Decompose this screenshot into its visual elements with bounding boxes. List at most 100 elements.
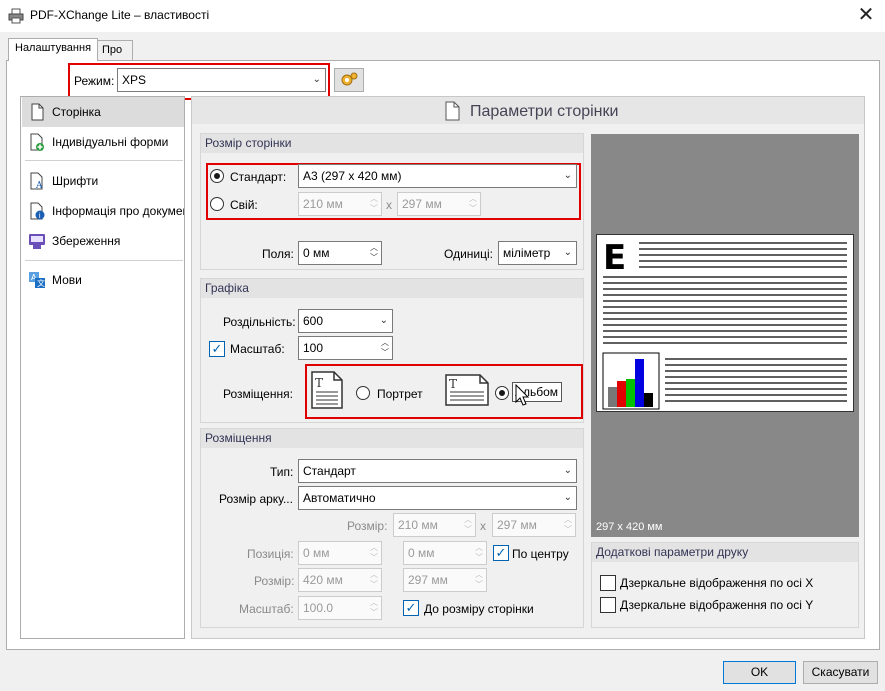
cancel-button[interactable]: Скасувати [803,661,878,684]
sidebar-item-languages[interactable]: A文 Мови [22,265,184,295]
size-width-field[interactable]: 210 мм ︿ ﹀ [393,513,476,537]
mirror-x-label: Дзеркальне відображення по осі X [620,576,814,590]
standard-size-select[interactable]: A3 (297 x 420 мм) ⌄ [298,164,577,188]
svg-text:文: 文 [37,278,45,288]
spin-up-icon[interactable]: ︿ [370,570,378,580]
sidebar-item-save[interactable]: Збереження [22,226,184,256]
portrait-radio[interactable] [356,386,370,400]
mirror-y-checkbox[interactable] [600,597,616,613]
placement-scale-value: 100.0 [303,601,334,615]
dimension-height-field[interactable]: 297 мм ︿ ﹀ [403,568,487,592]
spin-down-icon[interactable]: ﹀ [564,525,572,535]
scale-checkbox[interactable]: ✓ [209,341,225,357]
spin-down-icon[interactable]: ﹀ [381,348,389,358]
fonts-icon: A [30,172,43,190]
section-header: Розміщення [201,429,583,448]
center-checkbox[interactable]: ✓ [493,545,509,561]
portrait-label: Портрет [377,387,423,401]
mouse-cursor-icon [515,384,529,406]
spin-up-icon[interactable]: ︿ [381,338,389,348]
scale-field[interactable]: 100 ︿ ﹀ [298,336,393,360]
standard-radio[interactable] [210,169,224,183]
scale-label: Масштаб: [230,342,285,356]
svg-text:A: A [35,181,43,190]
section-header: Розмір сторінки [201,134,583,153]
mirror-x-checkbox[interactable] [600,575,616,591]
size-height-field[interactable]: 297 мм ︿ ﹀ [492,513,576,537]
section-header: Графіка [201,279,583,298]
mode-value: XPS [122,73,147,87]
spin-down-icon[interactable]: ﹀ [464,525,472,535]
spin-down-icon[interactable]: ﹀ [370,204,378,214]
info-icon: i [30,202,45,220]
sheet-size-select[interactable]: Автоматично ⌄ [298,486,577,510]
ok-button[interactable]: OK [723,661,796,684]
spin-up-icon[interactable]: ︿ [370,194,378,204]
type-select[interactable]: Стандарт ⌄ [298,459,577,483]
position-label: Позиція: [247,547,294,561]
sidebar-item-label: Індивідуальні форми [52,135,169,149]
tab-about[interactable]: Про [95,40,133,60]
standard-size-value: A3 (297 x 420 мм) [303,169,402,183]
chevron-down-icon: ⌄ [312,74,321,85]
custom-radio[interactable] [210,197,224,211]
spin-up-icon[interactable]: ︿ [464,515,472,525]
spin-down-icon[interactable]: ﹀ [370,580,378,590]
placement-scale-field[interactable]: 100.0 ︿ ﹀ [298,596,382,620]
dimension-width-field[interactable]: 420 мм ︿ ﹀ [298,568,382,592]
units-select[interactable]: міліметр ⌄ [498,241,577,265]
position-y-field[interactable]: 0 мм ︿ ﹀ [403,541,487,565]
spin-down-icon[interactable]: ﹀ [370,253,378,263]
standard-label: Стандарт: [230,170,287,184]
custom-height-field[interactable]: 297 мм ︿ ﹀ [397,192,481,216]
spin-up-icon[interactable]: ︿ [475,543,483,553]
sidebar-item-custom-forms[interactable]: Індивідуальні форми [22,127,184,157]
chevron-down-icon: ⌄ [563,170,572,181]
spin-up-icon[interactable]: ︿ [469,194,477,204]
language-icon: A文 [29,272,45,288]
sidebar-item-label: Збереження [52,234,121,248]
mode-select[interactable]: XPS ⌄ [117,68,326,92]
add-page-icon [30,133,44,151]
spin-up-icon[interactable]: ︿ [370,543,378,553]
fit-page-checkbox[interactable]: ✓ [403,600,419,616]
sheet-size-label: Розмір арку... [219,492,293,506]
units-label: Одиниці: [444,247,493,261]
spin-down-icon[interactable]: ﹀ [475,553,483,563]
units-value: міліметр [503,246,551,260]
preview-sheet: E [596,234,854,412]
scale-value: 100 [303,341,324,355]
page-icon [445,101,460,121]
tab-settings[interactable]: Налаштування [8,38,99,61]
margins-value: 0 мм [303,246,330,260]
position-y-value: 0 мм [408,546,435,560]
spin-up-icon[interactable]: ︿ [370,598,378,608]
spin-up-icon[interactable]: ︿ [370,243,378,253]
divider [25,260,183,261]
spin-down-icon[interactable]: ﹀ [475,580,483,590]
spin-down-icon[interactable]: ﹀ [469,204,477,214]
sidebar-item-fonts[interactable]: A Шрифти [22,166,184,196]
margins-field[interactable]: 0 мм ︿ ﹀ [298,241,382,265]
spin-up-icon[interactable]: ︿ [475,570,483,580]
landscape-radio[interactable] [495,386,509,400]
sheet-size-value: Автоматично [303,491,376,505]
spin-down-icon[interactable]: ﹀ [370,608,378,618]
position-x-value: 0 мм [303,546,330,560]
sidebar-item-page[interactable]: Сторінка [22,97,184,127]
resolution-label: Роздільність: [223,315,296,329]
sidebar-item-doc-info[interactable]: i Інформація про документ [22,196,184,226]
resolution-value: 600 [303,314,324,328]
spin-up-icon[interactable]: ︿ [564,515,572,525]
preview-size-label: 297 x 420 мм [596,521,663,533]
position-x-field[interactable]: 0 мм ︿ ﹀ [298,541,382,565]
spin-down-icon[interactable]: ﹀ [370,553,378,563]
sidebar-item-label: Мови [52,273,82,287]
preview-content: E [602,238,847,410]
close-button[interactable]: ✕ [853,3,879,29]
times-sign: x [386,198,392,212]
resolution-select[interactable]: 600 ⌄ [298,309,393,333]
placement-label: Розміщення: [223,387,293,401]
custom-width-field[interactable]: 210 мм ︿ ﹀ [298,192,382,216]
mode-settings-button[interactable] [334,68,364,92]
